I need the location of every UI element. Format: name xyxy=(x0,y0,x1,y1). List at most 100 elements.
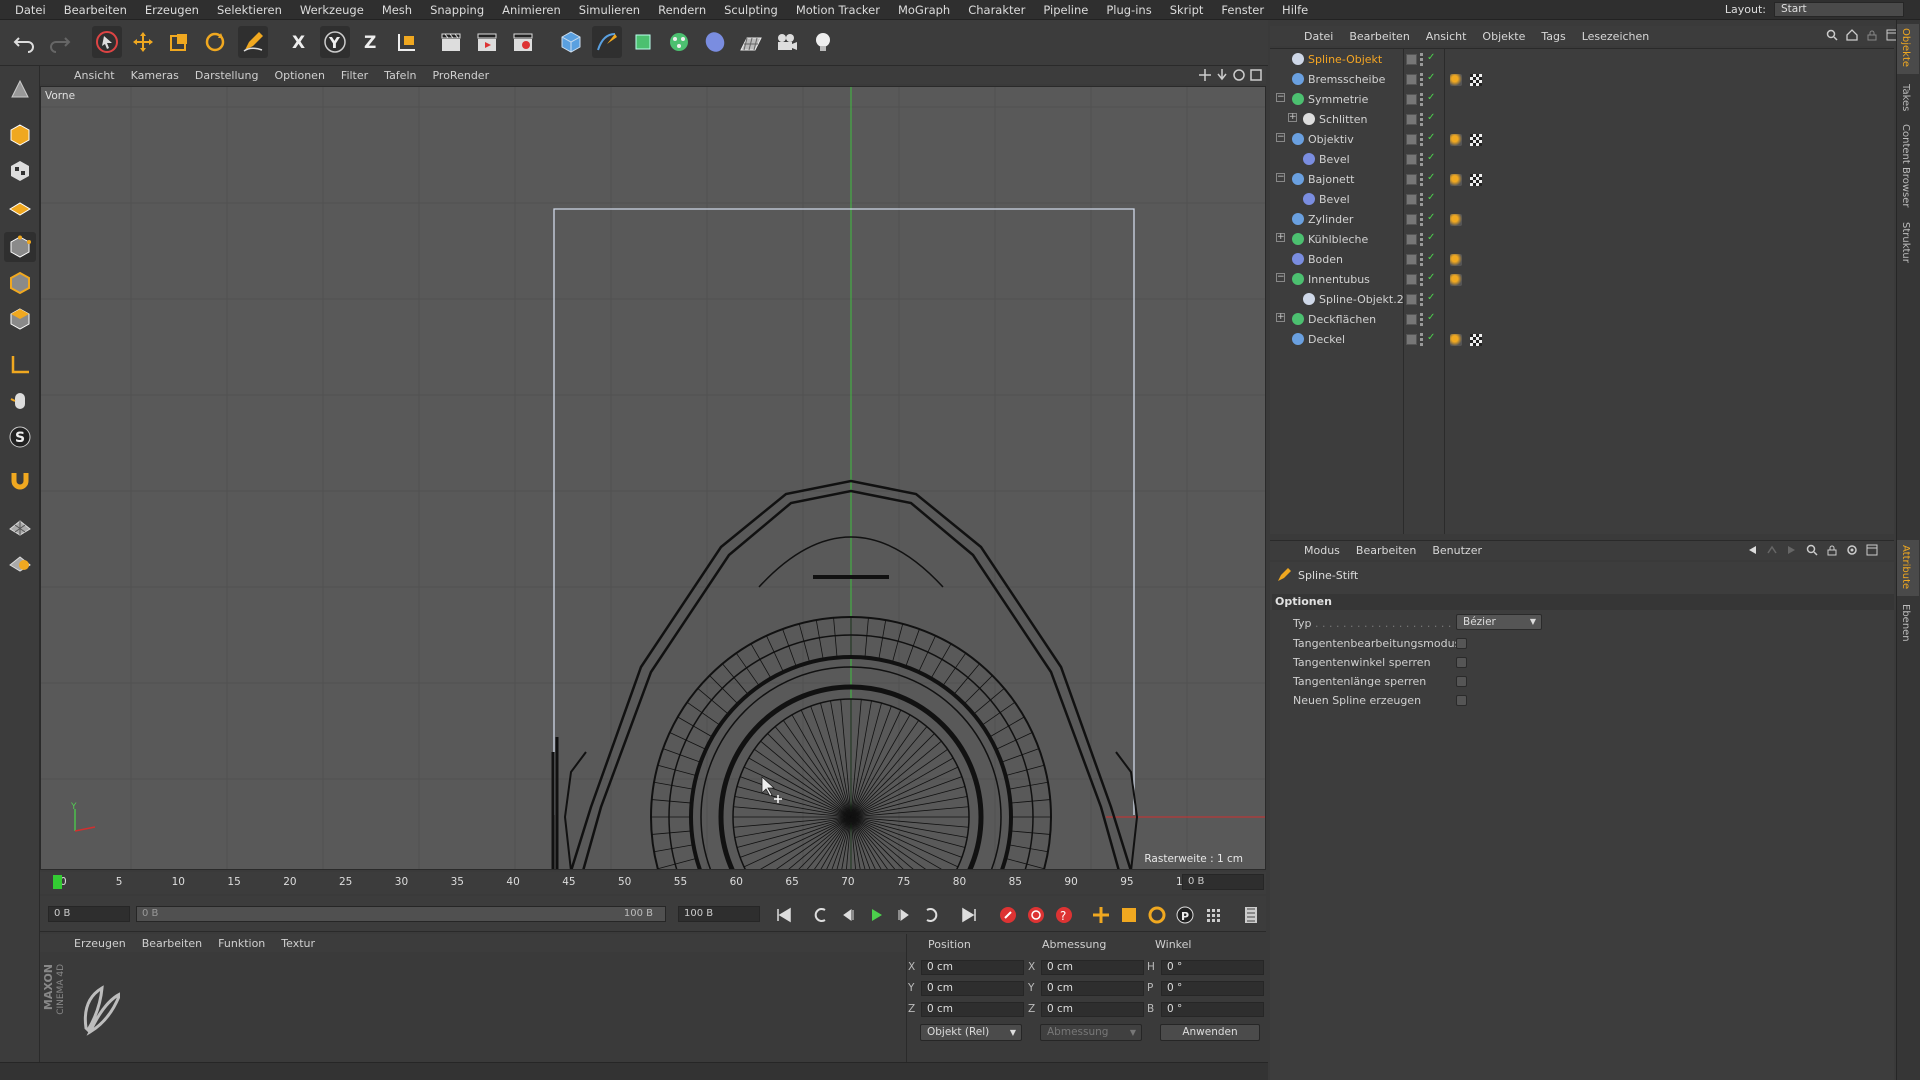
phong-tag-icon[interactable] xyxy=(1450,214,1462,226)
render-picture-viewer-button[interactable] xyxy=(472,26,502,58)
object-row[interactable]: − Symmetrie ✓ xyxy=(1270,90,1894,110)
magnet-button[interactable] xyxy=(4,466,36,496)
menu-item-7[interactable]: Animieren xyxy=(493,3,570,17)
pan-view-icon[interactable] xyxy=(1198,68,1212,82)
enabled-check-icon[interactable]: ✓ xyxy=(1427,112,1435,123)
key-rotation-button[interactable] xyxy=(1146,904,1168,926)
object-row[interactable]: + Deckflächen ✓ xyxy=(1270,310,1894,330)
enabled-check-icon[interactable]: ✓ xyxy=(1427,252,1435,263)
zoom-view-icon[interactable] xyxy=(1215,68,1229,82)
visibility-dots-icon[interactable] xyxy=(1420,93,1424,106)
om-menu-3[interactable]: Objekte xyxy=(1474,30,1533,43)
current-frame-field[interactable]: 0 B xyxy=(1182,874,1264,890)
object-row[interactable]: Bevel ✓ xyxy=(1270,150,1894,170)
visibility-dots-icon[interactable] xyxy=(1420,153,1424,166)
y-axis-lock-button[interactable]: Y xyxy=(320,26,350,58)
layer-swatch-icon[interactable] xyxy=(1406,334,1417,345)
add-deformer-button[interactable] xyxy=(700,26,730,58)
pos-x-field[interactable]: 0 cm xyxy=(921,960,1024,975)
layer-swatch-icon[interactable] xyxy=(1406,274,1417,285)
object-row[interactable]: − Objektiv ✓ xyxy=(1270,130,1894,150)
playhead-marker[interactable] xyxy=(53,875,62,889)
menu-item-1[interactable]: Bearbeiten xyxy=(55,3,136,17)
viewport-menu-0[interactable]: Ansicht xyxy=(66,69,123,82)
phong-tag-icon[interactable] xyxy=(1450,274,1462,286)
menu-item-8[interactable]: Simulieren xyxy=(570,3,649,17)
menu-item-0[interactable]: Datei xyxy=(6,3,55,17)
visibility-dots-icon[interactable] xyxy=(1420,253,1424,266)
layer-swatch-icon[interactable] xyxy=(1406,314,1417,325)
collapse-minus-icon[interactable]: − xyxy=(1276,93,1285,102)
menu-item-2[interactable]: Erzeugen xyxy=(136,3,208,17)
layer-swatch-icon[interactable] xyxy=(1406,234,1417,245)
object-row[interactable]: Zylinder ✓ xyxy=(1270,210,1894,230)
scale-button[interactable] xyxy=(164,26,194,58)
edges-mode-button[interactable] xyxy=(4,268,36,298)
material-manager[interactable]: MAXON CINEMA 4D xyxy=(40,952,906,1062)
enabled-check-icon[interactable]: ✓ xyxy=(1427,92,1435,103)
layer-swatch-icon[interactable] xyxy=(1406,94,1417,105)
model-mode-button[interactable] xyxy=(4,120,36,150)
menu-item-6[interactable]: Snapping xyxy=(421,3,493,17)
next-key-button[interactable] xyxy=(921,904,943,926)
new-window-icon[interactable] xyxy=(1866,544,1878,556)
layer-swatch-icon[interactable] xyxy=(1406,114,1417,125)
layer-swatch-icon[interactable] xyxy=(1406,254,1417,265)
snap-button[interactable]: S xyxy=(4,422,36,452)
am-menu-2[interactable]: Benutzer xyxy=(1424,544,1490,557)
enabled-check-icon[interactable]: ✓ xyxy=(1427,272,1435,283)
render-view-button[interactable] xyxy=(436,26,466,58)
om-menu-5[interactable]: Lesezeichen xyxy=(1574,30,1658,43)
option-checkbox[interactable] xyxy=(1456,695,1467,706)
visibility-dots-icon[interactable] xyxy=(1420,173,1424,186)
enabled-check-icon[interactable]: ✓ xyxy=(1427,192,1435,203)
menu-item-5[interactable]: Mesh xyxy=(373,3,421,17)
viewport-menu-5[interactable]: Tafeln xyxy=(376,69,424,82)
size-x-field[interactable]: 0 cm xyxy=(1041,960,1144,975)
menu-item-3[interactable]: Selektieren xyxy=(208,3,291,17)
layer-swatch-icon[interactable] xyxy=(1406,54,1417,65)
layout-select[interactable]: Start xyxy=(1774,2,1904,17)
material-tag-icon[interactable] xyxy=(1470,134,1482,146)
lock-icon[interactable] xyxy=(1866,29,1878,41)
toggle-view-icon[interactable] xyxy=(1249,68,1263,82)
add-spline-button[interactable] xyxy=(592,26,622,58)
key-pla-button[interactable] xyxy=(1202,904,1224,926)
menu-item-16[interactable]: Skript xyxy=(1161,3,1213,17)
object-row[interactable]: Bevel ✓ xyxy=(1270,190,1894,210)
menu-item-9[interactable]: Rendern xyxy=(649,3,715,17)
expand-plus-icon[interactable]: + xyxy=(1288,113,1297,122)
collapse-minus-icon[interactable]: − xyxy=(1276,133,1285,142)
om-menu-2[interactable]: Ansicht xyxy=(1418,30,1475,43)
visibility-dots-icon[interactable] xyxy=(1420,333,1424,346)
size-mode-select[interactable]: Abmessung ▼ xyxy=(1040,1024,1142,1041)
coordinate-system-button[interactable] xyxy=(392,26,422,58)
timeline-ruler[interactable]: 0510152025303540455055606570758085909510… xyxy=(40,872,1266,894)
lock-icon[interactable] xyxy=(1826,544,1838,556)
undo-button[interactable] xyxy=(10,26,40,58)
enabled-check-icon[interactable]: ✓ xyxy=(1427,52,1435,63)
visibility-dots-icon[interactable] xyxy=(1420,193,1424,206)
phong-tag-icon[interactable] xyxy=(1450,334,1462,346)
tab-attributes[interactable]: Attribute xyxy=(1900,545,1911,589)
menu-item-11[interactable]: Motion Tracker xyxy=(787,3,889,17)
layer-swatch-icon[interactable] xyxy=(1406,134,1417,145)
collapse-minus-icon[interactable]: − xyxy=(1276,173,1285,182)
enabled-check-icon[interactable]: ✓ xyxy=(1427,232,1435,243)
end-frame-field[interactable]: 100 B xyxy=(678,906,760,922)
key-parameter-button[interactable]: P xyxy=(1174,904,1196,926)
live-selection-button[interactable] xyxy=(92,26,122,58)
add-cube-button[interactable] xyxy=(556,26,586,58)
up-arrow-icon[interactable] xyxy=(1766,544,1778,556)
phong-tag-icon[interactable] xyxy=(1450,134,1462,146)
go-to-end-button[interactable] xyxy=(958,904,980,926)
rot-b-field[interactable]: 0 ° xyxy=(1161,1002,1264,1017)
material-menu-1[interactable]: Bearbeiten xyxy=(134,937,210,950)
option-checkbox[interactable] xyxy=(1456,657,1467,668)
pos-y-field[interactable]: 0 cm xyxy=(921,981,1024,996)
add-generator-button[interactable] xyxy=(628,26,658,58)
enabled-check-icon[interactable]: ✓ xyxy=(1427,332,1435,343)
apply-button[interactable]: Anwenden xyxy=(1160,1024,1260,1041)
enabled-check-icon[interactable]: ✓ xyxy=(1427,292,1435,303)
viewport-menu-4[interactable]: Filter xyxy=(333,69,376,82)
